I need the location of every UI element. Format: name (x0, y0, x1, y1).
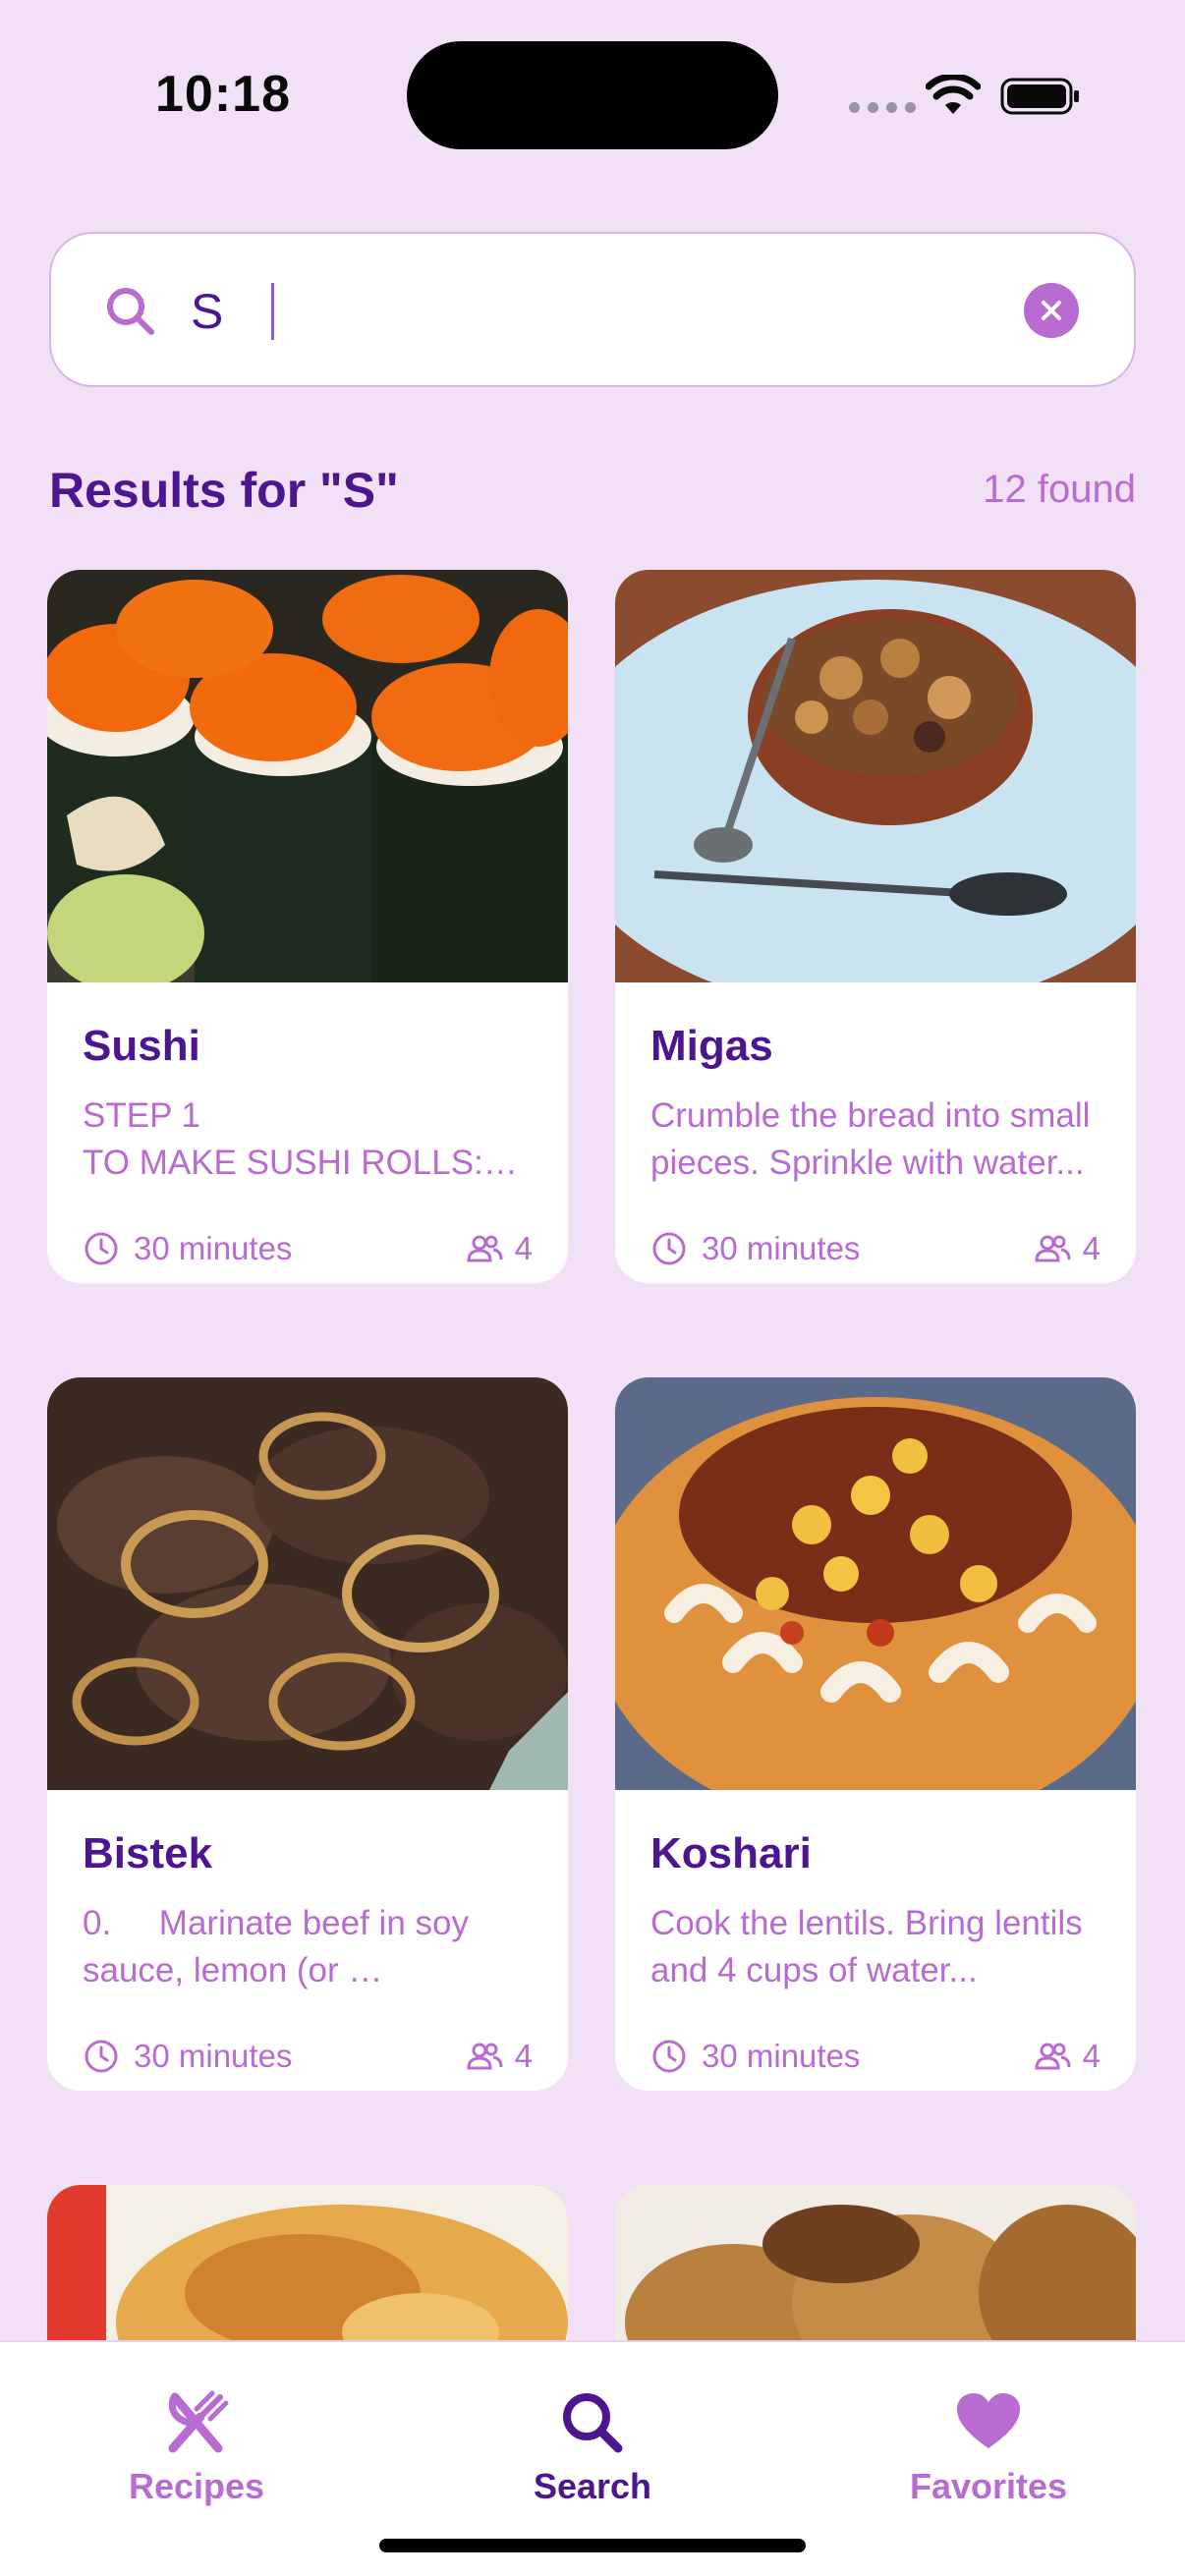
recipe-description: Crumble the bread into small pieces. Spr… (650, 1096, 1091, 1182)
recipe-time-label: 30 minutes (134, 2038, 293, 2074)
recipe-servings-label: 4 (514, 2038, 533, 2074)
tab-recipes[interactable]: Recipes (49, 2387, 344, 2507)
utensils-icon (168, 2390, 229, 2453)
recipe-time: 30 minutes (650, 2038, 860, 2075)
search-icon (107, 288, 154, 335)
results-title: Results for "S" (49, 463, 399, 518)
tab-favorites[interactable]: Favorites (841, 2387, 1136, 2507)
status-time: 10:18 (155, 66, 291, 123)
recipe-servings-label: 4 (1082, 2038, 1100, 2074)
recipe-title: Bistek (83, 1829, 213, 1877)
card-body: Koshari Cook the lentils. Bring lentils … (615, 1790, 1136, 2091)
clock-icon (85, 2040, 118, 2073)
text-caret (271, 283, 274, 340)
clock-icon (85, 1232, 118, 1265)
recipe-meta: 30 minutes 4 (650, 1230, 1100, 1271)
wifi-icon (926, 75, 981, 114)
recipe-image (47, 570, 568, 982)
recipe-description: 0. Marinate beef in soy sauce, lemon (or… (83, 1904, 469, 1989)
tab-label: Recipes (128, 2466, 265, 2506)
recipe-time-label: 30 minutes (134, 1230, 293, 1266)
recipe-meta: 30 minutes 4 (83, 2038, 533, 2079)
search-bar[interactable] (49, 232, 1136, 387)
recipe-title: Koshari (650, 1829, 812, 1877)
clock-icon (652, 1232, 686, 1265)
recipe-title: Sushi (83, 1022, 200, 1070)
recipe-title: Migas (650, 1022, 773, 1070)
recipe-image (615, 1377, 1136, 1790)
search-input[interactable] (191, 273, 1016, 350)
recipe-servings: 4 (466, 2038, 533, 2075)
recipe-time-label: 30 minutes (702, 2038, 861, 2074)
cellular-signal-icon (849, 102, 916, 113)
recipe-card[interactable]: Bistek 0. Marinate beef in soy sauce, le… (47, 1377, 568, 2091)
recipe-time: 30 minutes (650, 1230, 860, 1267)
tab-label: Favorites (909, 2466, 1068, 2506)
recipe-meta: 30 minutes 4 (83, 1230, 533, 1271)
close-icon (1042, 301, 1061, 320)
recipe-description: Cook the lentils. Bring lentils and 4 cu… (650, 1904, 1083, 1989)
recipe-image (615, 570, 1136, 982)
people-icon (467, 2043, 503, 2070)
heart-icon (957, 2393, 1020, 2448)
search-icon (563, 2393, 623, 2453)
clear-search-button[interactable] (1024, 283, 1079, 338)
recipe-time: 30 minutes (83, 2038, 292, 2075)
tab-label: Search (533, 2466, 652, 2506)
recipe-card[interactable]: Sushi STEP 1 TO MAKE SUSHI ROLLS: Pat ou… (47, 570, 568, 1283)
status-bar: 10:18 (0, 0, 1185, 196)
recipe-time-label: 30 minutes (702, 1230, 861, 1266)
recipe-card[interactable]: Migas Crumble the bread into small piece… (615, 570, 1136, 1283)
recipe-description: STEP 1 TO MAKE SUSHI ROLLS: Pat out some… (83, 1096, 483, 1182)
results-count: 12 found (983, 468, 1136, 511)
people-icon (1035, 2043, 1071, 2070)
recipe-time: 30 minutes (83, 1230, 292, 1267)
people-icon (467, 1235, 503, 1262)
recipe-card[interactable]: Koshari Cook the lentils. Bring lentils … (615, 1377, 1136, 2091)
recipe-servings: 4 (1034, 2038, 1100, 2075)
people-icon (1035, 1235, 1071, 1262)
card-body: Bistek 0. Marinate beef in soy sauce, le… (47, 1790, 568, 2091)
dynamic-island (407, 41, 778, 149)
recipe-servings: 4 (1034, 1230, 1100, 1267)
card-body: Sushi STEP 1 TO MAKE SUSHI ROLLS: Pat ou… (47, 982, 568, 1283)
card-body: Migas Crumble the bread into small piece… (615, 982, 1136, 1283)
recipe-image (47, 1377, 568, 1790)
clock-icon (652, 2040, 686, 2073)
recipe-servings-label: 4 (1082, 1230, 1100, 1266)
recipe-servings: 4 (466, 1230, 533, 1267)
tab-search[interactable]: Search (445, 2387, 740, 2507)
recipe-meta: 30 minutes 4 (650, 2038, 1100, 2079)
recipe-servings-label: 4 (514, 1230, 533, 1266)
home-indicator (379, 2539, 806, 2552)
battery-icon (1000, 78, 1079, 115)
